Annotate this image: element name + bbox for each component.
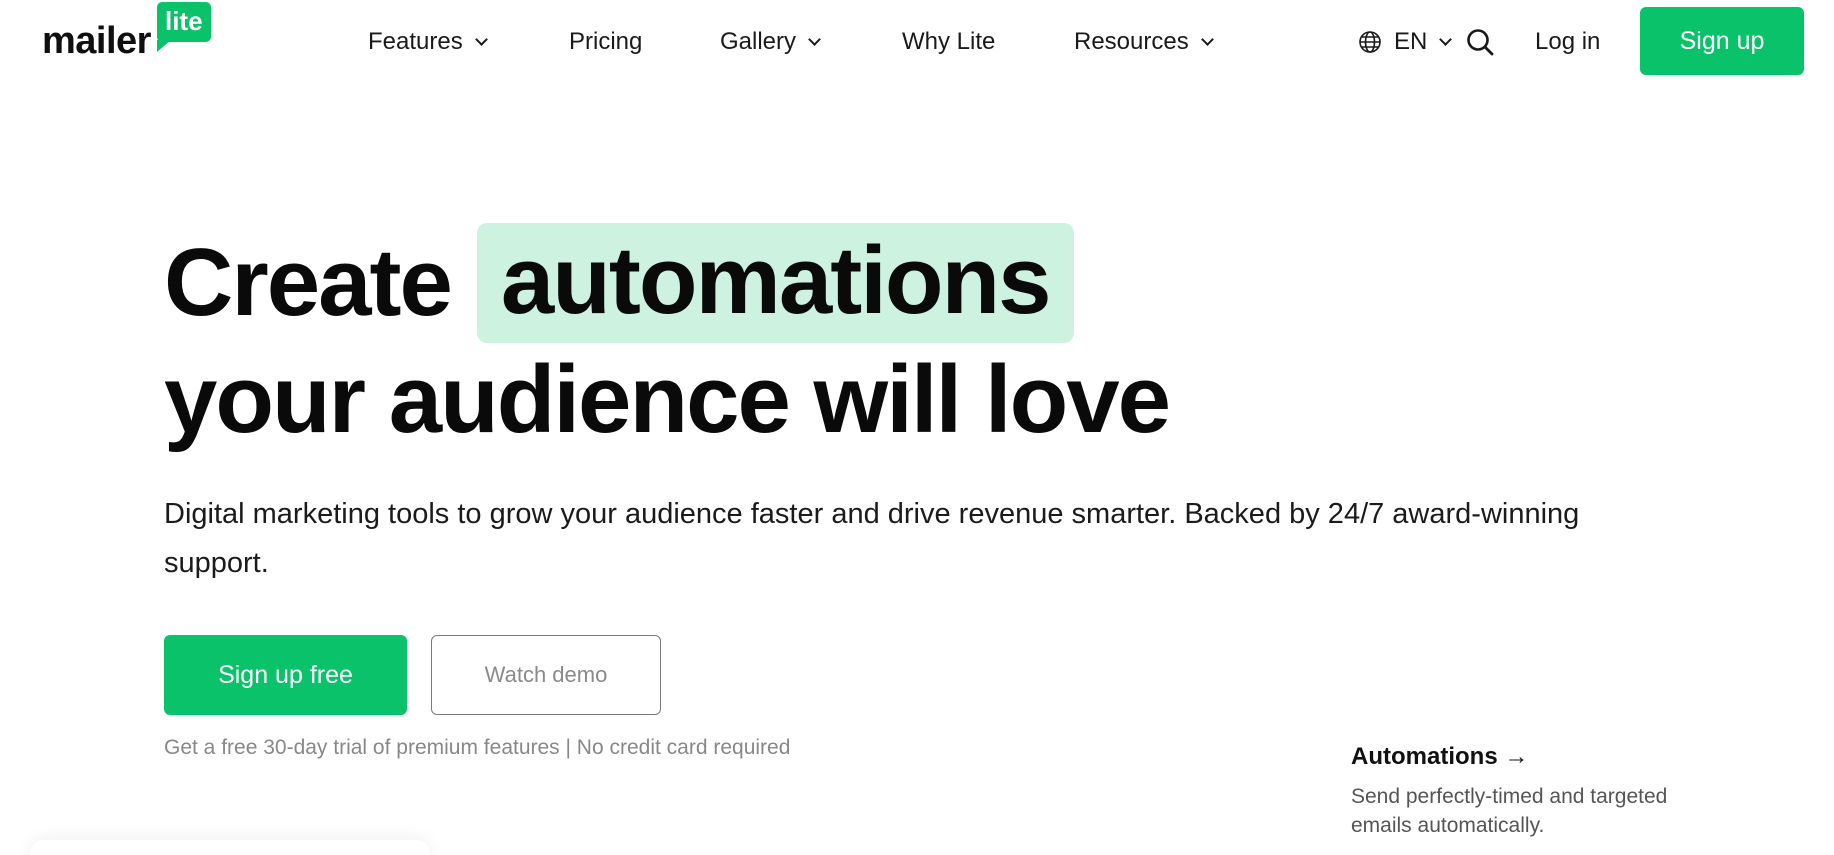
chevron-down-icon	[1200, 33, 1214, 46]
nav-why-lite-label: Why Lite	[902, 28, 996, 55]
nav-features-label: Features	[368, 28, 463, 55]
trial-note: Get a free 30-day trial of premium featu…	[164, 736, 791, 759]
hero-subtitle: Digital marketing tools to grow your aud…	[164, 498, 1580, 579]
globe-icon	[1359, 31, 1381, 53]
chevron-down-icon	[474, 33, 488, 46]
login-label: Log in	[1535, 28, 1601, 55]
feature-automations-description: Send perfectly-timed and targeted emails…	[1351, 785, 1668, 837]
language-label: EN	[1394, 28, 1428, 55]
nav-resources-label: Resources	[1074, 28, 1189, 55]
hero-highlight-word: automations	[476, 223, 1074, 343]
nav-gallery-label: Gallery	[720, 28, 797, 55]
signup-free-button[interactable]: Sign up free	[164, 635, 407, 715]
site-header: mailer lite Features Pricing Gallery Why…	[0, 0, 1834, 84]
chevron-down-icon	[1439, 33, 1453, 46]
search-icon[interactable]	[1465, 27, 1495, 57]
mailerlite-logo[interactable]: mailer lite	[42, 2, 211, 62]
hero-heading-line-2: your audience will love	[164, 346, 1171, 453]
nav-pricing-label: Pricing	[569, 28, 643, 55]
chevron-down-icon	[808, 33, 821, 46]
nav-why-lite[interactable]: Why Lite	[902, 22, 995, 62]
nav-features[interactable]: Features	[368, 22, 488, 62]
nav-gallery[interactable]: Gallery	[720, 22, 821, 62]
language-selector[interactable]: EN	[1358, 22, 1453, 62]
login-link[interactable]: Log in	[1535, 22, 1600, 62]
nav-resources[interactable]: Resources	[1074, 22, 1214, 62]
logo-word: mailer	[42, 20, 151, 62]
hero-heading-word: Create	[164, 229, 453, 336]
preview-card-edge	[30, 840, 430, 855]
logo-badge: lite	[156, 2, 211, 52]
watch-demo-button[interactable]: Watch demo	[431, 635, 661, 715]
feature-automations-link[interactable]: Automations →	[1351, 743, 1528, 771]
signup-button[interactable]: Sign up	[1640, 7, 1804, 75]
nav-pricing[interactable]: Pricing	[569, 22, 642, 62]
hero-heading-line-1: Create automations	[164, 222, 1074, 344]
